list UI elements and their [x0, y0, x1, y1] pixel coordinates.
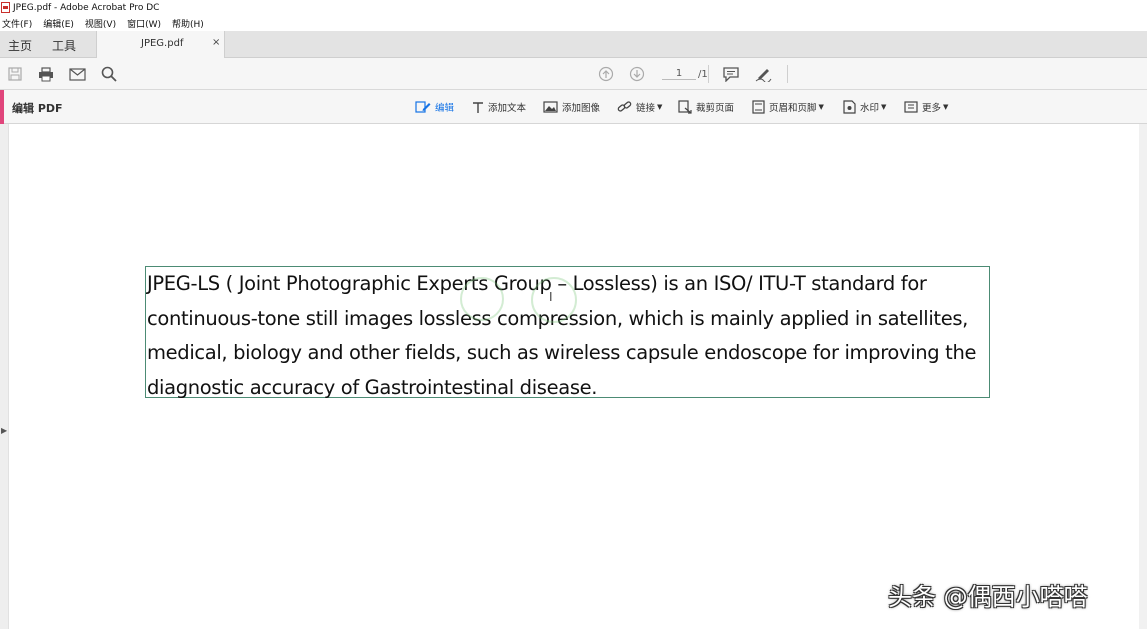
left-panel-rail[interactable]: ▶ — [0, 124, 9, 629]
image-icon — [543, 101, 558, 113]
edit-text-image-button[interactable]: 编辑 — [415, 99, 454, 115]
menu-edit[interactable]: 编辑(E) — [43, 17, 74, 30]
watermark-text: 头条 @偶西小嗒嗒 — [888, 583, 1088, 611]
add-image-button[interactable]: 添加图像 — [543, 99, 600, 115]
crop-page-button[interactable]: 裁剪页面 — [678, 99, 734, 115]
tab-home[interactable]: 主页 — [8, 37, 32, 54]
save-icon[interactable] — [6, 65, 24, 83]
edit-accent-stripe — [0, 90, 4, 124]
page-up-icon[interactable] — [597, 65, 615, 83]
more-icon — [904, 101, 918, 113]
menu-bar: 文件(F) 编辑(E) 视图(V) 窗口(W) 帮助(H) — [0, 15, 1147, 31]
header-footer-label: 页眉和页脚 — [769, 103, 817, 114]
chevron-down-icon: ▼ — [818, 103, 824, 111]
menu-file[interactable]: 文件(F) — [2, 17, 32, 30]
page-number-input[interactable]: 1 — [662, 68, 696, 80]
watermark-icon — [843, 100, 856, 114]
sign-icon[interactable] — [754, 65, 772, 83]
watermark-button[interactable]: 水印 ▼ — [843, 99, 886, 115]
close-tab-icon[interactable]: × — [212, 37, 220, 48]
click-indicator-ring — [460, 277, 504, 321]
crop-icon — [678, 100, 692, 114]
edit-pdf-bar: 编辑 PDF 编辑 添加文本 添加图像 链接 ▼ 裁剪页面 页眉和页脚 ▼ 水印… — [0, 90, 1147, 124]
edit-pdf-title: 编辑 PDF — [12, 102, 63, 115]
header-footer-icon — [752, 100, 765, 114]
vertical-scrollbar[interactable] — [1139, 124, 1147, 629]
page-navigator: 1 /1 — [656, 63, 708, 85]
add-text-label: 添加文本 — [488, 103, 527, 114]
page-down-icon[interactable] — [628, 65, 646, 83]
more-button[interactable]: 更多 ▼ — [904, 99, 948, 115]
toolbar-divider — [708, 65, 709, 83]
expand-panel-icon[interactable]: ▶ — [1, 426, 7, 435]
search-icon[interactable] — [100, 65, 118, 83]
link-icon — [617, 101, 632, 112]
tab-bar: 主页 工具 JPEG.pdf × — [0, 31, 1147, 58]
email-icon[interactable] — [68, 65, 86, 83]
chevron-down-icon: ▼ — [943, 103, 949, 111]
watermark-label: 水印 — [860, 103, 880, 114]
more-label: 更多 — [922, 103, 942, 114]
edit-icon — [415, 101, 431, 113]
toolbar-divider — [787, 65, 788, 83]
acrobat-icon — [1, 2, 10, 13]
print-icon[interactable] — [37, 65, 55, 83]
document-view[interactable]: ▶ JPEG-LS ( Joint Photographic Experts G… — [0, 124, 1147, 629]
main-toolbar: 1 /1 — [0, 58, 1147, 90]
crop-label: 裁剪页面 — [696, 103, 735, 114]
window-title: JPEG.pdf - Adobe Acrobat Pro DC — [13, 2, 160, 13]
header-footer-button[interactable]: 页眉和页脚 ▼ — [752, 99, 824, 115]
link-label: 链接 — [636, 103, 656, 114]
menu-window[interactable]: 窗口(W) — [127, 17, 161, 30]
text-cursor-icon: I — [549, 290, 553, 304]
chevron-down-icon: ▼ — [657, 103, 663, 111]
link-button[interactable]: 链接 ▼ — [617, 99, 662, 115]
title-bar: JPEG.pdf - Adobe Acrobat Pro DC — [0, 0, 1147, 15]
text-icon — [473, 101, 483, 113]
menu-help[interactable]: 帮助(H) — [172, 17, 204, 30]
tab-document-label: JPEG.pdf — [141, 38, 184, 49]
chevron-down-icon: ▼ — [881, 103, 887, 111]
add-text-button[interactable]: 添加文本 — [472, 99, 526, 115]
comment-icon[interactable] — [722, 65, 740, 83]
page-total: /1 — [698, 68, 708, 80]
edit-label: 编辑 — [435, 103, 455, 114]
add-image-label: 添加图像 — [562, 103, 601, 114]
menu-view[interactable]: 视图(V) — [85, 17, 116, 30]
tab-tools[interactable]: 工具 — [52, 37, 76, 54]
tab-document[interactable]: JPEG.pdf × — [96, 31, 225, 58]
click-indicator-ring — [531, 277, 577, 323]
